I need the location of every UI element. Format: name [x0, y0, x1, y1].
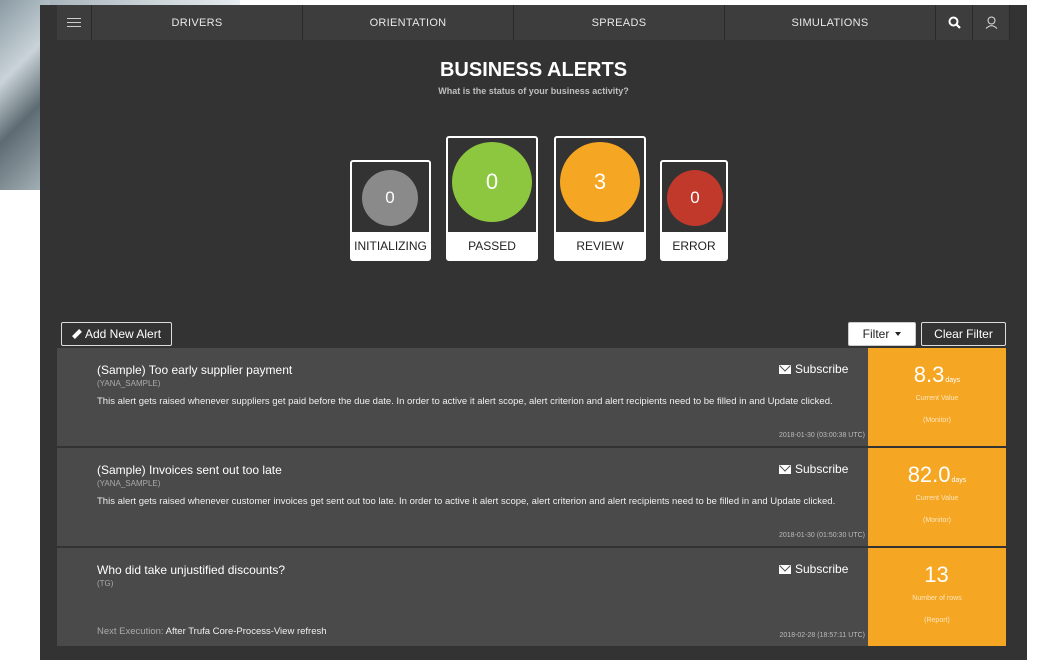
page-subtitle: What is the status of your business acti…	[438, 86, 629, 96]
filter-label: Filter	[862, 327, 890, 341]
alert-timestamp: 2018-01-30 (01:50:30 UTC)	[779, 532, 865, 539]
subscribe-button[interactable]: Subscribe	[779, 462, 848, 476]
status-count-error: 0	[667, 170, 723, 226]
status-label-review: REVIEW	[556, 232, 644, 259]
subscribe-label: Subscribe	[795, 462, 849, 476]
user-button[interactable]	[973, 5, 1010, 40]
metric-value: 82.0	[907, 462, 951, 487]
nav-tab-simulations[interactable]: SIMULATIONS	[725, 5, 936, 40]
filter-button[interactable]: Filter	[848, 322, 916, 346]
alert-id: (YANA_SAMPLE)	[97, 479, 161, 488]
alert-row[interactable]: Who did take unjustified discounts? (TG)…	[57, 548, 1006, 646]
add-new-alert-label: Add New Alert	[85, 327, 162, 341]
next-execution-value: After Trufa Core-Process-View refresh	[165, 626, 327, 637]
subscribe-button[interactable]: Subscribe	[779, 362, 848, 376]
envelope-icon	[779, 464, 791, 474]
status-count-passed: 0	[452, 142, 532, 222]
metric-kind: (Monitor)	[922, 517, 951, 524]
user-icon	[985, 16, 997, 29]
app-window: DRIVERS ORIENTATION SPREADS SIMULATIONS …	[40, 5, 1027, 660]
alert-row[interactable]: (Sample) Invoices sent out too late (YAN…	[57, 448, 1006, 546]
alert-description: This alert gets raised whenever supplier…	[97, 396, 833, 407]
alert-metric[interactable]: 13 Number of rows (Report)	[868, 548, 1006, 646]
next-execution-label: Next Execution:	[97, 626, 164, 637]
status-label-error: ERROR	[662, 232, 726, 259]
metric-value-wrap: 13	[868, 562, 1006, 588]
status-card-initializing[interactable]: 0 INITIALIZING	[350, 160, 431, 261]
search-icon	[948, 16, 961, 29]
alert-metric[interactable]: 8.3days Current Value (Monitor)	[868, 348, 1006, 446]
subscribe-label: Subscribe	[795, 562, 849, 576]
alert-timestamp: 2018-02-28 (18:57:11 UTC)	[779, 632, 865, 639]
metric-kind: (Report)	[924, 617, 950, 624]
alert-title[interactable]: (Sample) Too early supplier payment	[97, 363, 292, 377]
alert-row[interactable]: (Sample) Too early supplier payment (YAN…	[57, 348, 1006, 446]
alert-metric[interactable]: 82.0days Current Value (Monitor)	[868, 448, 1006, 546]
envelope-icon	[779, 564, 791, 574]
nav-tab-drivers[interactable]: DRIVERS	[92, 5, 303, 40]
menu-button[interactable]	[57, 5, 92, 40]
add-new-alert-button[interactable]: Add New Alert	[61, 322, 173, 346]
metric-unit: days	[945, 377, 961, 384]
envelope-icon	[779, 364, 791, 374]
search-button[interactable]	[936, 5, 973, 40]
subscribe-label: Subscribe	[795, 362, 849, 376]
status-card-review[interactable]: 3 REVIEW	[554, 136, 646, 261]
nav-tab-orientation[interactable]: ORIENTATION	[303, 5, 514, 40]
metric-value: 8.3	[913, 362, 945, 387]
metric-value-wrap: 82.0days	[868, 462, 1006, 488]
alert-timestamp: 2018-01-30 (03:00:38 UTC)	[779, 432, 865, 439]
metric-value-wrap: 8.3days	[868, 362, 1006, 388]
alert-id: (TG)	[97, 579, 114, 588]
status-card-passed[interactable]: 0 PASSED	[446, 136, 538, 261]
alert-description: This alert gets raised whenever customer…	[97, 496, 836, 507]
subscribe-button[interactable]: Subscribe	[779, 562, 848, 576]
status-label-initializing: INITIALIZING	[352, 232, 429, 259]
alert-title[interactable]: (Sample) Invoices sent out too late	[97, 463, 282, 477]
metric-unit: days	[951, 477, 967, 484]
nav-tab-spreads[interactable]: SPREADS	[514, 5, 725, 40]
metric-label: Number of rows	[912, 595, 962, 602]
metric-value: 13	[924, 562, 949, 587]
next-execution: Next Execution: After Trufa Core-Process…	[97, 626, 327, 637]
metric-label: Current Value	[915, 395, 959, 402]
status-count-initializing: 0	[362, 170, 418, 226]
status-count-review: 3	[560, 142, 640, 222]
caret-down-icon	[895, 332, 902, 336]
alert-title[interactable]: Who did take unjustified discounts?	[97, 563, 285, 577]
metric-label: Current Value	[915, 495, 959, 502]
alert-id: (YANA_SAMPLE)	[97, 379, 161, 388]
clear-filter-button[interactable]: Clear Filter	[921, 322, 1006, 346]
menu-icon	[67, 18, 81, 27]
page-title: BUSINESS ALERTS	[439, 59, 628, 81]
status-label-passed: PASSED	[448, 232, 536, 259]
top-nav: DRIVERS ORIENTATION SPREADS SIMULATIONS	[57, 5, 1012, 40]
metric-kind: (Monitor)	[922, 417, 951, 424]
status-card-error[interactable]: 0 ERROR	[660, 160, 728, 261]
pencil-icon	[72, 329, 82, 339]
